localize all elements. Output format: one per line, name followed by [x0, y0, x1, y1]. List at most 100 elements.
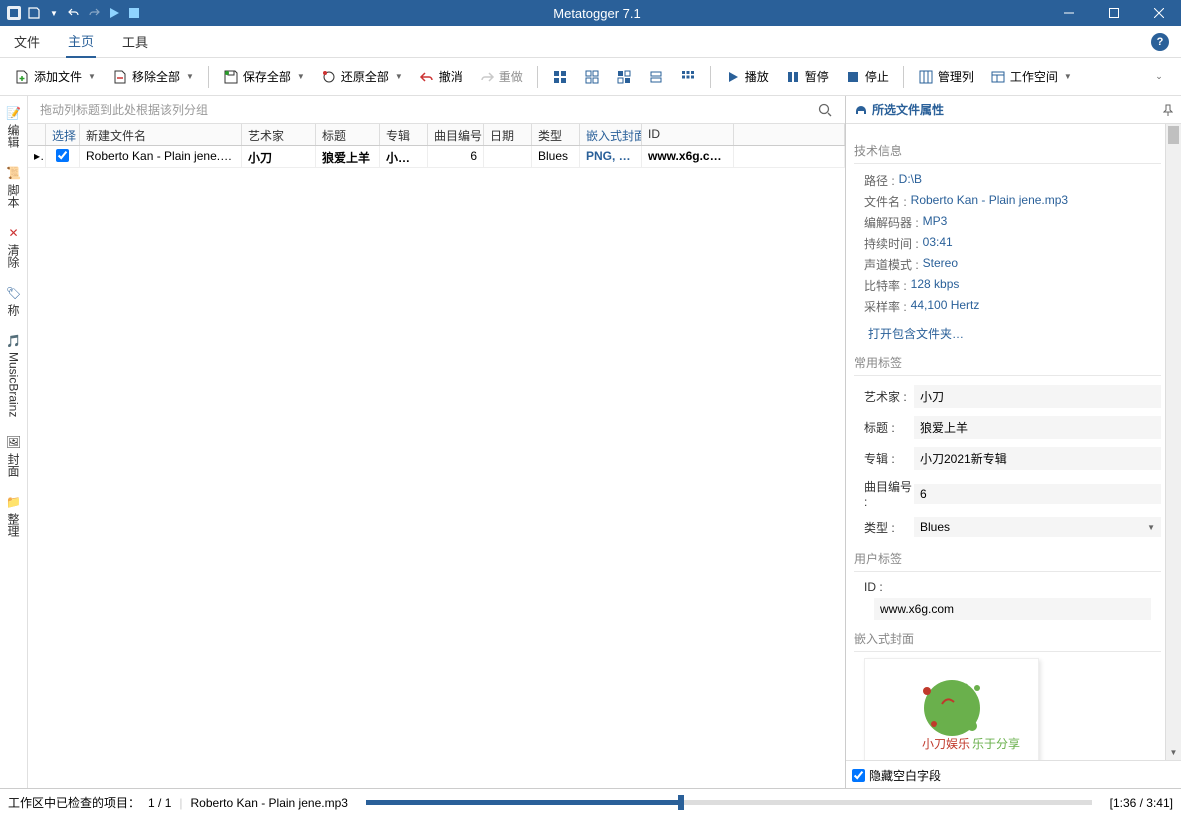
bitrate-value: 128 kbps	[911, 277, 960, 294]
status-time: [1:36 / 3:41]	[1110, 796, 1173, 810]
col-track[interactable]: 曲目编号	[428, 124, 484, 145]
col-artist[interactable]: 艺术家	[242, 124, 316, 145]
left-sidebar: 📝编辑 📜脚本 ✕清除 🏷称 🎵MusicBrainz 🖼封面 📁整理	[0, 96, 28, 788]
user-id-field[interactable]: www.x6g.com	[874, 598, 1151, 620]
grid-header: 选择 新建文件名 艺术家 标题 专辑 曲目编号 日期 类型 嵌入式封面 ID	[28, 124, 845, 146]
restore-icon	[321, 69, 337, 85]
chevron-down-icon[interactable]: ▼	[46, 5, 62, 21]
svg-text:乐于分享: 乐于分享	[972, 736, 1020, 751]
codec-value: MP3	[923, 214, 948, 231]
cell-artist[interactable]: 小刀	[242, 146, 316, 167]
sample-value: 44,100 Hertz	[911, 298, 980, 315]
col-filename[interactable]: 新建文件名	[80, 124, 242, 145]
add-file-icon	[14, 69, 30, 85]
redo-icon	[479, 69, 495, 85]
help-icon[interactable]: ?	[1151, 33, 1169, 51]
maximize-button[interactable]	[1091, 0, 1136, 26]
menu-home[interactable]: 主页	[66, 25, 96, 58]
col-spacer	[734, 124, 845, 145]
toolbar: 添加文件▼ 移除全部▼ 保存全部▼ 还原全部▼ 撤消 重做 播放 暂停 停止	[0, 58, 1181, 96]
path-value[interactable]: D:\B	[899, 172, 922, 189]
stop-button[interactable]: 停止	[839, 64, 895, 89]
section-user: 用户标签	[854, 546, 1161, 572]
col-select[interactable]: 选择	[46, 124, 80, 145]
duration-value: 03:41	[923, 235, 953, 252]
remove-all-button[interactable]: 移除全部▼	[106, 64, 200, 89]
section-common: 常用标签	[854, 350, 1161, 376]
cell-track[interactable]: 6	[428, 146, 484, 167]
hide-empty-checkbox[interactable]	[852, 769, 865, 782]
sidebar-tab-cover[interactable]: 🖼封面	[3, 431, 24, 481]
cell-cover[interactable]: PNG, 4…	[580, 146, 642, 167]
restore-all-button[interactable]: 还原全部▼	[315, 64, 409, 89]
play-button[interactable]: 播放	[719, 64, 775, 89]
col-title[interactable]: 标题	[316, 124, 380, 145]
filename-value[interactable]: Roberto Kan - Plain jene.mp3	[911, 193, 1068, 210]
cell-id[interactable]: www.x6g.com	[642, 146, 734, 167]
minimize-button[interactable]	[1046, 0, 1091, 26]
workspace-button[interactable]: 工作空间▼	[984, 64, 1078, 89]
status-checked-value: 1 / 1	[148, 796, 171, 810]
menubar: 文件 主页 工具 ?	[0, 26, 1181, 58]
organize-icon: 📁	[6, 495, 21, 509]
album-field[interactable]: 小刀2021新专辑	[914, 447, 1161, 470]
undo-icon[interactable]	[66, 5, 82, 21]
cell-album[interactable]: 小刀2…	[380, 146, 428, 167]
quick-save-icon[interactable]	[26, 5, 42, 21]
open-folder-link[interactable]: 打开包含文件夹…	[868, 325, 964, 342]
col-album[interactable]: 专辑	[380, 124, 428, 145]
col-cover[interactable]: 嵌入式封面	[580, 124, 642, 145]
view-grid3-button[interactable]	[610, 65, 638, 89]
cover-icon: 🖼	[6, 435, 21, 449]
menu-file[interactable]: 文件	[12, 26, 42, 57]
scroll-thumb[interactable]	[1168, 126, 1179, 144]
artist-field[interactable]: 小刀	[914, 385, 1161, 408]
row-indicator-col	[28, 124, 46, 145]
col-date[interactable]: 日期	[484, 124, 532, 145]
search-icon[interactable]	[817, 102, 833, 118]
group-hint-bar[interactable]: 拖动列标题到此处根据该列分组	[28, 96, 845, 124]
sidebar-tab-edit[interactable]: 📝编辑	[3, 102, 24, 152]
manage-columns-button[interactable]: 管理列	[912, 64, 980, 89]
undo-button[interactable]: 撤消	[413, 64, 469, 89]
window-title: Metatogger 7.1	[148, 6, 1046, 21]
panel-scrollbar[interactable]: ▲ ▼	[1165, 124, 1181, 760]
add-file-button[interactable]: 添加文件▼	[8, 64, 102, 89]
playback-progress[interactable]	[366, 800, 1092, 805]
col-genre[interactable]: 类型	[532, 124, 580, 145]
section-cover: 嵌入式封面	[854, 626, 1161, 652]
sidebar-tab-clean[interactable]: ✕清除	[3, 222, 24, 272]
cell-title[interactable]: 狼爱上羊	[316, 146, 380, 167]
columns-icon	[918, 69, 934, 85]
sidebar-tab-organize[interactable]: 📁整理	[3, 491, 24, 541]
cover-image[interactable]: 小刀娱乐 乐于分享	[864, 658, 1039, 760]
scroll-down-icon[interactable]: ▼	[1166, 744, 1181, 760]
track-field[interactable]: 6	[914, 484, 1161, 504]
close-button[interactable]	[1136, 0, 1181, 26]
title-field[interactable]: 狼爱上羊	[914, 416, 1161, 439]
cell-date[interactable]	[484, 146, 532, 167]
view-grid1-button[interactable]	[546, 65, 574, 89]
view-grid2-button[interactable]	[578, 65, 606, 89]
table-row[interactable]: ▸ Roberto Kan - Plain jene.mp3 小刀 狼爱上羊 小…	[28, 146, 845, 168]
sidebar-tab-script[interactable]: 📜脚本	[3, 162, 24, 212]
genre-dropdown[interactable]: Blues▼	[914, 517, 1161, 537]
chevron-down-icon: ▼	[1147, 523, 1155, 532]
sidebar-tab-tag[interactable]: 🏷称	[3, 282, 24, 320]
sidebar-tab-musicbrainz[interactable]: 🎵MusicBrainz	[4, 330, 23, 421]
redo-icon	[86, 5, 102, 21]
pause-button[interactable]: 暂停	[779, 64, 835, 89]
view-grid4-button[interactable]	[642, 65, 670, 89]
menu-tools[interactable]: 工具	[120, 26, 150, 57]
cell-filename[interactable]: Roberto Kan - Plain jene.mp3	[80, 146, 242, 167]
row-checkbox[interactable]	[46, 146, 80, 167]
pin-icon[interactable]	[1163, 104, 1173, 116]
toolbar-overflow-button[interactable]: ⌄	[1145, 65, 1173, 89]
cell-genre[interactable]: Blues	[532, 146, 580, 167]
stop-icon[interactable]	[126, 5, 142, 21]
view-grid5-button[interactable]	[674, 65, 702, 89]
progress-knob[interactable]	[678, 795, 684, 810]
col-id[interactable]: ID	[642, 124, 734, 145]
play-icon[interactable]	[106, 5, 122, 21]
save-all-button[interactable]: 保存全部▼	[217, 64, 311, 89]
